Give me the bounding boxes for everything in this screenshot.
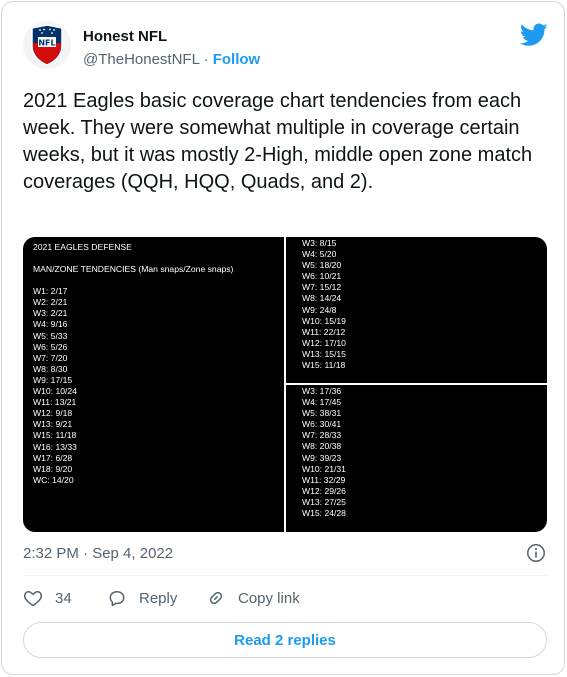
coverage-row: W8: 14/24 — [302, 293, 342, 304]
author-name[interactable]: Honest NFL — [83, 28, 167, 45]
coverage-row: W11: 22/12 — [302, 326, 346, 337]
nfl-shield-logo: NFL — [31, 24, 63, 66]
coverage-row: W10: 21/31 — [302, 463, 346, 474]
twitter-bird-icon[interactable] — [520, 23, 548, 47]
like-button[interactable]: 34 — [23, 588, 72, 608]
tweet-timestamp[interactable]: 2:32 PM · Sep 4, 2022 — [23, 545, 173, 562]
coverage-row: W6: 5/26 — [33, 341, 68, 352]
link-icon — [209, 591, 223, 605]
coverage-row: W9: 39/23 — [302, 452, 342, 463]
coverage-row: W3: 2/21 — [33, 308, 68, 319]
left-rows: W1: 2/17 W2: 2/21 W3: 2/21 W4: 9/16 W5: 5/33… — [33, 286, 284, 486]
coverage-row: W4: 17/45 — [302, 397, 342, 408]
author-meta: @TheHonestNFL · Follow — [83, 51, 260, 68]
meta-separator: · — [203, 51, 209, 68]
coverage-row: W4: 5/20 — [302, 249, 337, 260]
coverage-row: W6: 10/21 — [302, 271, 342, 282]
coverage-row: W7: 15/12 — [302, 282, 342, 293]
coverage-row: W12: 17/10 — [302, 337, 346, 348]
tweet-image[interactable]: 2021 EAGLES DEFENSE MAN/ZONE TENDENCIES … — [23, 237, 547, 532]
copy-link-label: Copy link — [238, 589, 300, 607]
coverage-row: W11: 32/29 — [302, 474, 346, 485]
coverage-row: W2: 2/21 — [33, 297, 68, 308]
coverage-row: W15: 11/18 — [302, 360, 346, 371]
image-panel-right-bottom: W3: 17/36 W4: 17/45 W5: 38/31 W6: 30/41 W7: … — [286, 385, 547, 532]
coverage-row: W8: 8/30 — [33, 363, 68, 374]
coverage-row: W10: 10/24 — [33, 386, 77, 397]
coverage-row: W1: 2/17 — [33, 286, 68, 297]
divider — [23, 575, 547, 576]
coverage-row: W13: 27/25 — [302, 496, 346, 507]
coverage-row: W15: 24/28 — [302, 508, 346, 519]
coverage-row: W9: 17/15 — [33, 374, 73, 385]
coverage-row: W5: 18/20 — [302, 260, 342, 271]
coverage-row: W3: 17/36 — [302, 386, 342, 396]
coverage-row: W18: 9/20 — [33, 463, 73, 474]
image-panel-right-top: W3: 8/15 W4: 5/20 W5: 18/20 W6: 10/21 W7: 15… — [286, 237, 547, 383]
author-handle[interactable]: @TheHonestNFL — [83, 51, 199, 68]
image-subtitle: MAN/ZONE TENDENCIES (Man snaps/Zone snap… — [33, 264, 234, 275]
coverage-row: W15: 11/18 — [33, 430, 77, 441]
svg-text:NFL: NFL — [38, 39, 55, 48]
coverage-row: W12: 29/26 — [302, 485, 346, 496]
coverage-row: W12: 9/18 — [33, 408, 73, 419]
coverage-row: W7: 28/33 — [302, 430, 342, 441]
tweet-card: NFL Honest NFL @TheHonestNFL · Follow 20… — [1, 1, 565, 675]
coverage-row: WC: 14/20 — [33, 474, 74, 485]
coverage-row: W16: 13/33 — [33, 441, 77, 452]
image-title: 2021 EAGLES DEFENSE — [33, 242, 132, 252]
right-top-rows: W3: 8/15 W4: 5/20 W5: 18/20 W6: 10/21 W7: 15… — [302, 238, 547, 371]
right-bottom-rows: W3: 17/36 W4: 17/45 W5: 38/31 W6: 30/41 W7: … — [302, 386, 547, 519]
follow-button[interactable]: Follow — [213, 51, 261, 68]
heart-icon — [23, 591, 43, 607]
avatar[interactable]: NFL — [23, 21, 71, 69]
like-count: 34 — [55, 589, 72, 607]
coverage-row: W6: 30/41 — [302, 419, 342, 430]
coverage-row: W3: 8/15 — [302, 238, 337, 248]
coverage-row: W13: 9/21 — [33, 419, 73, 430]
coverage-row: W5: 38/31 — [302, 408, 342, 419]
coverage-row: W8: 20/38 — [302, 441, 342, 452]
coverage-row: W10: 15/19 — [302, 315, 346, 326]
coverage-row: W7: 7/20 — [33, 352, 68, 363]
info-icon[interactable] — [526, 543, 546, 563]
reply-button[interactable]: Reply — [107, 588, 177, 608]
tweet-text: 2021 Eagles basic coverage chart tendenc… — [23, 90, 533, 193]
coverage-row: W9: 24/8 — [302, 304, 337, 315]
image-panel-left: 2021 EAGLES DEFENSE MAN/ZONE TENDENCIES … — [23, 237, 284, 532]
reply-label: Reply — [139, 589, 178, 607]
coverage-row: W11: 13/21 — [33, 397, 77, 408]
copy-link-button[interactable]: Copy link — [206, 588, 300, 608]
coverage-row: W5: 5/33 — [33, 330, 68, 341]
coverage-row: W17: 6/28 — [33, 452, 73, 463]
reply-icon — [109, 591, 125, 607]
coverage-row: W13: 15/15 — [302, 348, 346, 359]
coverage-row: W4: 9/16 — [33, 319, 68, 330]
read-replies-button[interactable]: Read 2 replies — [23, 622, 547, 658]
